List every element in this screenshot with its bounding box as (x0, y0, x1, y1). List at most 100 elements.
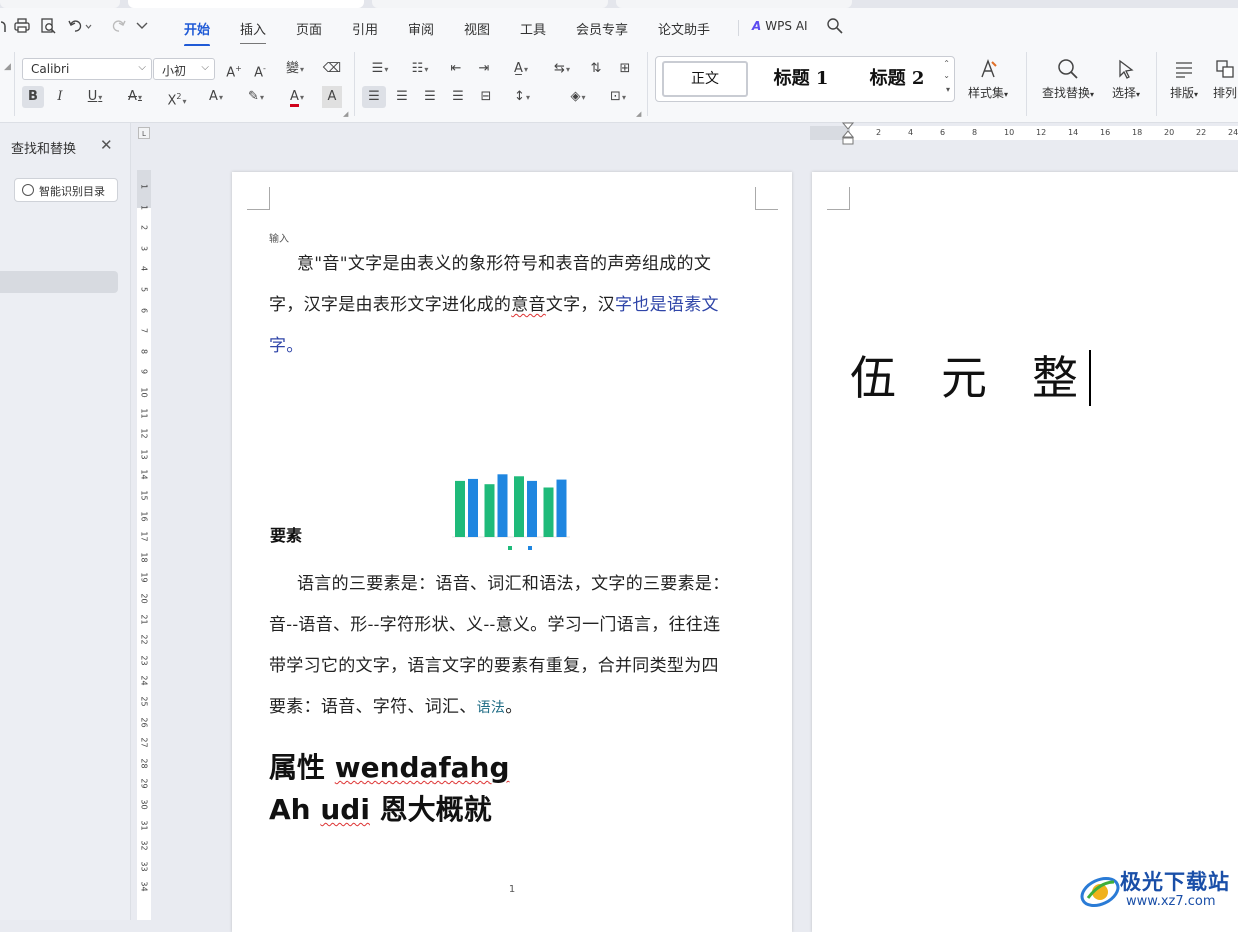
show-marks-icon[interactable]: ⊞ (614, 58, 636, 80)
tab-page[interactable]: 页面 (296, 19, 322, 38)
document-page-2[interactable]: 伍元整 (812, 172, 1238, 932)
italic-icon[interactable]: I (50, 86, 70, 108)
paragraph-1[interactable]: 意"音"文字是由表义的象形符号和表音的声旁组成的文 字，汉字是由表形文字进化成的… (269, 244, 759, 367)
ruler-tick-label: 25 (139, 696, 149, 707)
text-effect-icon[interactable]: A▾ (200, 86, 232, 108)
pane-title: 查找和替换 (11, 142, 77, 157)
text-run: 恩大概就 (369, 793, 492, 826)
sort-icon[interactable]: ⇅ (586, 58, 606, 80)
open-icon[interactable] (0, 20, 6, 34)
more-quick-actions-icon[interactable] (136, 20, 148, 30)
tab-review[interactable]: 审阅 (408, 19, 434, 38)
justify-icon[interactable]: ☰ (448, 86, 468, 108)
select-button[interactable]: 选择▾ (1106, 58, 1146, 101)
superscript-icon[interactable]: X2▾ (160, 86, 194, 108)
phonetic-guide-icon[interactable]: 變▾ (280, 58, 310, 80)
ruler-tick-label: 22 (1196, 128, 1207, 137)
print-icon[interactable] (14, 18, 30, 34)
vertical-ruler[interactable]: 1 1 2 3 4 5 6 7 8 9 10 11 12 13 14 15 16 17 18 19 20 21 22 23 24… (137, 170, 151, 920)
heading-attributes[interactable]: 属性 wendafahg (269, 746, 510, 786)
style-normal[interactable]: 正文 (662, 61, 748, 97)
wps-ai-logo-icon: A (752, 19, 762, 33)
document-tab[interactable] (372, 0, 608, 8)
strikethrough-icon[interactable]: A▾ (118, 86, 152, 108)
ruler-tick-label: 1 (139, 204, 149, 210)
tab-insert[interactable]: 插入 (240, 19, 267, 44)
redo-icon[interactable] (110, 18, 126, 34)
font-name-select[interactable]: Calibri ⌵ (22, 58, 152, 80)
clipboard-corner-icon[interactable]: ◢ (4, 56, 11, 78)
align-center-icon[interactable]: ☰ (392, 86, 412, 108)
layout-label: 排版 (1169, 86, 1194, 100)
increase-indent-icon[interactable]: ⇥ (474, 58, 494, 80)
bullets-icon[interactable]: ☰▾ (364, 58, 396, 80)
tab-stop-selector[interactable]: L (138, 127, 150, 139)
search-icon[interactable] (826, 17, 844, 35)
decrease-indent-icon[interactable]: ⇤ (446, 58, 466, 80)
font-size-select[interactable]: 小初 ⌵ (153, 58, 215, 80)
font-dialog-corner-icon[interactable]: ◢ (343, 110, 348, 118)
ruler-tick-label: 24 (139, 675, 149, 686)
document-tab[interactable] (616, 0, 852, 8)
smart-toc-button[interactable]: 智能识别目录 (14, 178, 118, 202)
underline-icon[interactable]: U▾ (80, 86, 110, 108)
style-heading-1[interactable]: 标题 1 (756, 61, 846, 97)
tab-member[interactable]: 会员专享 (576, 19, 628, 38)
ruler-tick-label: 27 (139, 737, 149, 748)
indent-marker-icon[interactable] (842, 122, 854, 146)
borders-icon[interactable]: ⊡▾ (602, 86, 634, 108)
ruler-tick-label: 31 (139, 820, 149, 831)
paragraph-line: 带学习它的文字，语言文字的要素有重复，合并同类型为四 (269, 656, 719, 676)
chevron-up-icon[interactable]: ⌃ (943, 59, 950, 68)
document-tab[interactable] (0, 0, 120, 8)
tab-view[interactable]: 视图 (464, 19, 490, 38)
numbering-icon[interactable]: ☷▾ (404, 58, 436, 80)
tab-tools[interactable]: 工具 (520, 19, 546, 38)
distributed-icon[interactable]: ⊟ (476, 86, 496, 108)
arrange-button[interactable]: 排列 (1212, 58, 1238, 101)
nav-selected-item[interactable] (0, 271, 118, 293)
spellcheck-run: udi (320, 793, 370, 826)
ruler-tick-label: 16 (1100, 128, 1111, 137)
shading-icon[interactable]: ◈▾ (562, 86, 594, 108)
align-right-icon[interactable]: ☰ (420, 86, 440, 108)
undo-icon[interactable] (68, 18, 92, 34)
clear-format-icon[interactable]: ⌫ (322, 58, 342, 80)
font-color-icon[interactable]: A▾ (280, 86, 314, 108)
print-preview-icon[interactable] (40, 18, 56, 34)
embedded-bar-chart[interactable] (446, 465, 576, 555)
tab-paper-assistant[interactable]: 论文助手 (658, 19, 710, 38)
ruler-tick-label: 13 (139, 449, 149, 460)
decrease-font-icon[interactable]: A- (250, 58, 270, 80)
char-shading-icon[interactable]: A (322, 86, 342, 108)
ruler-tick-label: 14 (1068, 128, 1079, 137)
text-run: 属性 (269, 751, 335, 784)
paragraph-dialog-corner-icon[interactable]: ◢ (636, 110, 641, 118)
layout-button[interactable]: 排版▾ (1164, 58, 1204, 101)
find-replace-button[interactable]: 查找替换▾ (1036, 58, 1100, 101)
paragraph-2[interactable]: 语言的三要素是：语音、词汇和语法，文字的三要素是： 音--语音、形--字符形状、… (269, 564, 759, 729)
style-set-button[interactable]: 样式集▾ (960, 58, 1016, 101)
line-sort-icon[interactable]: ⇆▾ (546, 58, 578, 80)
line-spacing-icon[interactable]: ↕▾ (506, 86, 538, 108)
amount-text[interactable]: 伍元整 (850, 342, 1078, 408)
highlight-icon[interactable]: ✎▾ (240, 86, 272, 108)
horizontal-ruler[interactable]: 2 4 6 8 10 12 14 16 18 20 22 24 (810, 122, 1238, 145)
wps-ai-button[interactable]: A WPS AI (752, 19, 808, 33)
chart-bar (527, 480, 537, 537)
align-left-icon[interactable]: ☰ (362, 86, 386, 108)
bold-icon[interactable]: B (22, 86, 44, 108)
tab-home[interactable]: 开始 (184, 19, 211, 47)
heading-line-2[interactable]: Ah udi 恩大概就 (269, 788, 492, 828)
ruler-tick-label: 19 (139, 572, 149, 583)
tab-references[interactable]: 引用 (352, 19, 378, 38)
style-heading-2[interactable]: 标题 2 (852, 61, 942, 97)
close-icon[interactable]: ✕ (100, 136, 113, 154)
spellcheck-run: wendafahg (334, 751, 510, 784)
active-document-tab[interactable] (128, 0, 364, 8)
chevron-down-icon[interactable]: ⌄ (943, 71, 950, 80)
text-direction-icon[interactable]: A̲▾ (504, 58, 538, 80)
document-page-1[interactable]: 输入 意"音"文字是由表义的象形符号和表音的声旁组成的文 字，汉字是由表形文字进… (232, 172, 792, 932)
increase-font-icon[interactable]: A+ (224, 58, 244, 80)
expand-styles-icon[interactable]: ▾ (946, 85, 950, 94)
